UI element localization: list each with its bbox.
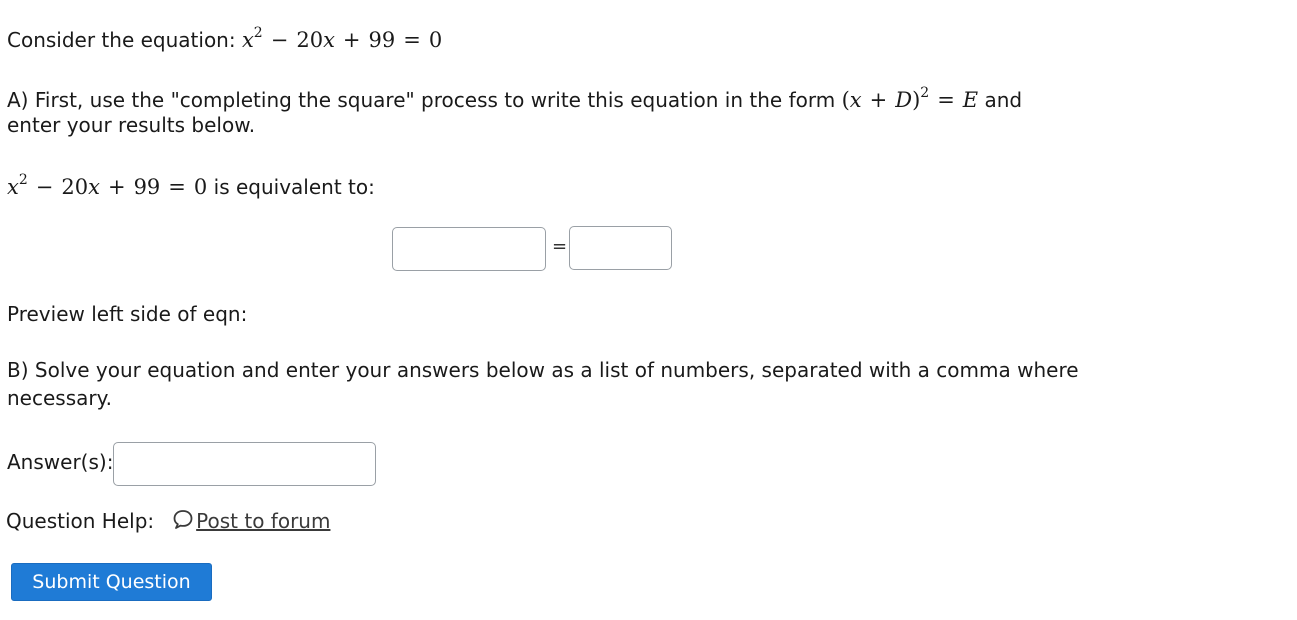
submit-question-button[interactable]: Submit Question [11, 563, 212, 601]
form-math: (x + D)2 = E [841, 85, 979, 112]
chat-bubble-icon[interactable] [172, 508, 194, 538]
right-side-input[interactable] [569, 226, 672, 270]
part-b-text-line2: necessary. [7, 386, 112, 410]
intro-text: Consider the equation: [7, 28, 242, 52]
question-intro: Consider the equation: x2−20x +99 = 0 [7, 20, 442, 55]
question-help: Question Help: Post to forum [6, 506, 330, 538]
part-b-text: B) Solve your equation and enter your an… [7, 358, 1079, 382]
preview-label: Preview left side of eqn: [7, 302, 248, 326]
equation-math: x2−20x +99 = 0 [241, 25, 443, 52]
equals-sign: = [552, 236, 568, 257]
equivalent-to-line: x2−20x +99 = 0 is equivalent to: [7, 172, 375, 199]
part-a-text-line2: enter your results below. [7, 113, 256, 137]
answers-input[interactable] [113, 442, 376, 486]
left-side-input[interactable] [392, 227, 546, 271]
answers-label: Answer(s): [7, 450, 114, 474]
equation-math-repeat: x2−20x +99 = 0 [7, 172, 208, 199]
post-to-forum-link[interactable]: Post to forum [196, 509, 330, 533]
question-help-label: Question Help: [6, 509, 155, 533]
